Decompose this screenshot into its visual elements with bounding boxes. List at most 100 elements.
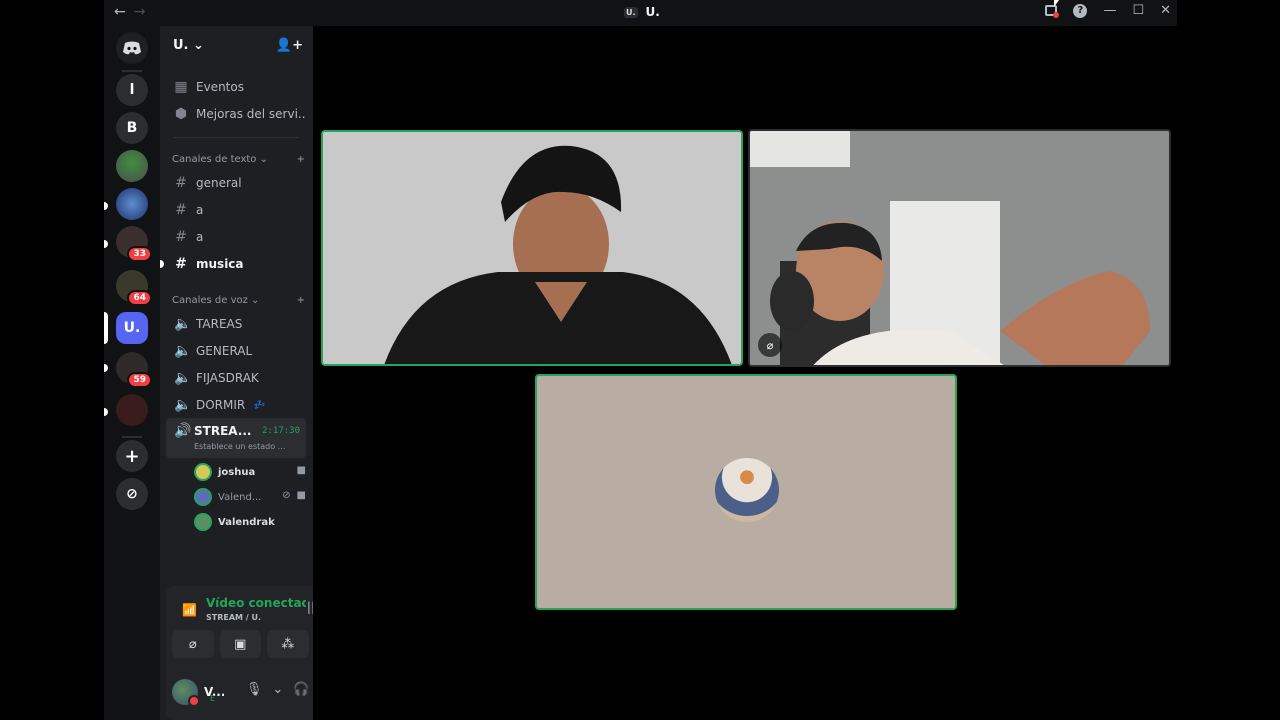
- sidebar-item-boosts[interactable]: ⬢ Mejoras del servi...: [168, 102, 305, 126]
- voice-user[interactable]: Valendrak: [194, 512, 306, 532]
- signal-icon: 📶: [182, 603, 197, 617]
- active-voice-channel[interactable]: 🔊 STREA... 2:17:30 Establece un estado .…: [166, 418, 306, 458]
- unread-pill: [104, 202, 108, 210]
- video-tile[interactable]: [321, 130, 743, 366]
- avatar: [194, 513, 212, 531]
- title-text: U.: [645, 5, 660, 19]
- sidebar-item-label: Eventos: [196, 80, 244, 94]
- category-label: Canales de texto ⌄: [172, 154, 268, 165]
- voice-status: Vídeo conectado: [206, 596, 306, 610]
- hash-icon: #: [175, 229, 187, 245]
- server-avatar[interactable]: [116, 150, 148, 182]
- guild-header[interactable]: U. ⌄ 👤+: [160, 26, 313, 64]
- app-window: ← → U. U. ? — ☐ ✕ l B 33 64 U. 59 + ⊘ U.…: [104, 0, 1177, 720]
- camera-icon: ■: [296, 490, 306, 501]
- channel-general[interactable]: # general: [168, 171, 305, 195]
- mention-badge: 59: [127, 372, 152, 388]
- server-u-active[interactable]: U.: [116, 312, 148, 344]
- category-voice[interactable]: Canales de voz ⌄ +: [172, 295, 305, 306]
- screen-share-button[interactable]: ▣: [219, 630, 261, 658]
- unread-pill: [104, 364, 108, 372]
- server-label: B: [126, 120, 138, 136]
- avatar: [715, 458, 779, 522]
- channel-label: a: [196, 203, 204, 217]
- unread-pill: [104, 408, 108, 416]
- avatar: [194, 488, 212, 506]
- window-controls: ? — ☐ ✕: [1045, 3, 1171, 18]
- sidebar-item-eventos[interactable]: ▦ Eventos: [168, 75, 305, 99]
- titlebar: ← → U. U. ? — ☐ ✕: [104, 0, 1177, 26]
- unread-pill: [104, 240, 108, 248]
- add-channel-icon[interactable]: +: [297, 295, 305, 306]
- channel-label: musica: [196, 257, 244, 271]
- hash-icon: #: [175, 256, 187, 272]
- camera-off-icon: ⌀: [188, 636, 197, 652]
- minimize-icon[interactable]: —: [1103, 3, 1116, 18]
- sleep-emoji: 💤: [253, 399, 266, 411]
- category-label-text: Canales de voz: [172, 295, 248, 306]
- activities-button[interactable]: ⁂: [267, 630, 309, 658]
- chevron-down-icon[interactable]: ⌄: [272, 682, 283, 697]
- server-folder[interactable]: 64: [116, 270, 152, 306]
- channel-label: TAREAS: [196, 317, 243, 331]
- voice-timer: 2:17:30: [262, 426, 300, 436]
- discord-home-icon[interactable]: [116, 32, 148, 64]
- add-server-icon[interactable]: +: [116, 440, 148, 472]
- category-label-text: Canales de texto: [172, 154, 257, 165]
- active-server-pill: [104, 312, 108, 344]
- voice-connection-panel: 📶 Vídeo conectado STREAM / U. ||| ☎ ⌀ ▣ …: [166, 586, 313, 720]
- calendar-icon: ▦: [174, 79, 188, 95]
- voice-channel-general[interactable]: 🔈 GENERAL: [168, 339, 305, 363]
- camera-icon: ■: [296, 465, 306, 476]
- user-controls: 🎙 ⌄ 🎧 ⌄ ⚙: [246, 682, 313, 697]
- unread-indicator: [160, 260, 164, 268]
- voice-status-text[interactable]: Establece un estado ...: [194, 442, 285, 451]
- video-tile-camera-off[interactable]: [535, 374, 957, 610]
- rail-separator: [122, 436, 142, 438]
- mic-muted-icon: ⌀: [758, 333, 782, 357]
- add-channel-icon[interactable]: +: [297, 154, 305, 165]
- server-avatar[interactable]: [116, 394, 148, 426]
- forward-icon[interactable]: →: [134, 4, 146, 20]
- mic-icon[interactable]: 🎙: [246, 682, 263, 697]
- voice-channel-fijasdrak[interactable]: 🔈 FIJASDRAK: [168, 366, 305, 390]
- voice-user[interactable]: Valend... ⊘ ■: [194, 487, 306, 507]
- video-feed-person: [750, 131, 1169, 365]
- maximize-icon[interactable]: ☐: [1132, 3, 1144, 18]
- channel-a[interactable]: # a: [168, 225, 305, 249]
- category-text[interactable]: Canales de texto ⌄ +: [172, 154, 305, 165]
- voice-user[interactable]: joshua ■: [194, 462, 306, 482]
- hash-icon: #: [175, 175, 187, 191]
- invite-icon[interactable]: 👤+: [276, 38, 303, 53]
- voice-user-name: Valend...: [218, 491, 262, 503]
- voice-channel-dormir[interactable]: 🔈 DORMIR 💤: [168, 393, 305, 417]
- divider: [174, 137, 299, 138]
- mention-badge: 33: [127, 246, 152, 262]
- channel-musica[interactable]: # musica: [168, 252, 305, 276]
- server-avatar[interactable]: 33: [116, 226, 152, 262]
- discover-icon[interactable]: ⊘: [116, 478, 148, 510]
- mic-muted-icon: ⊘: [282, 490, 291, 501]
- screen-share-icon: ▣: [234, 636, 247, 652]
- avatar[interactable]: [172, 679, 200, 707]
- server-avatar[interactable]: [116, 188, 148, 220]
- boost-icon: ⬢: [174, 106, 188, 122]
- hash-icon: #: [175, 202, 187, 218]
- voice-buttons: ⌀ ▣ ⁂ ✺: [172, 630, 313, 658]
- voice-channel-path[interactable]: STREAM / U.: [206, 613, 261, 622]
- close-icon[interactable]: ✕: [1160, 3, 1171, 18]
- camera-off-button[interactable]: ⌀: [172, 630, 214, 658]
- mention-badge: 64: [127, 290, 152, 306]
- voice-channel-tareas[interactable]: 🔈 TAREAS: [168, 312, 305, 336]
- headphones-icon[interactable]: 🎧: [293, 682, 309, 697]
- server-folder[interactable]: 59: [116, 352, 152, 388]
- channel-a[interactable]: # a: [168, 198, 305, 222]
- server-b[interactable]: B: [116, 112, 148, 144]
- guild-name-text: U.: [173, 37, 189, 53]
- video-tile[interactable]: ⌀: [748, 129, 1171, 367]
- help-icon[interactable]: ?: [1073, 3, 1088, 18]
- back-icon[interactable]: ←: [114, 4, 126, 20]
- server-l[interactable]: l: [116, 74, 148, 106]
- speaker-icon: 🔈: [174, 370, 192, 386]
- channel-label: a: [196, 230, 204, 244]
